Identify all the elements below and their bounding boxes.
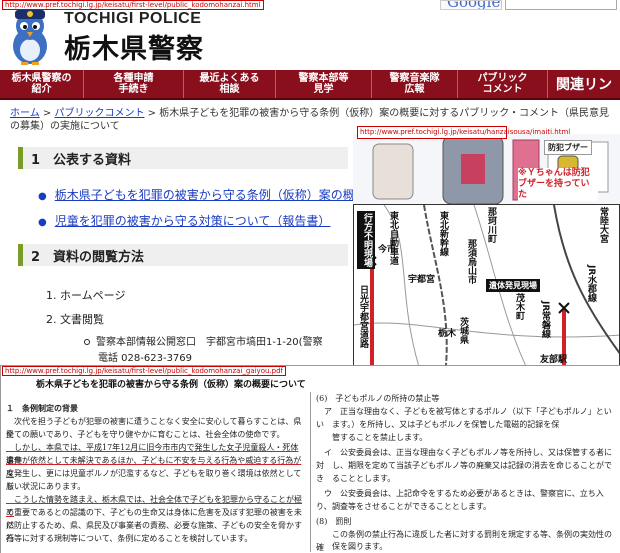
google-search-brand: Google [440,0,502,10]
map-label: 日光宇都宮道路 [358,285,368,348]
buzzer-label: 防犯ブザー [544,140,592,155]
link-ordinance-overview[interactable]: ● 栃木県子どもを犯罪の被害から守る条例（仮称）案の概要 [38,186,367,203]
bullet-icon: ● [38,191,47,202]
map-label: 東北新幹線 [438,211,448,256]
doc-right-line: ることとします。 [316,474,396,483]
column-divider [310,392,311,552]
doc-right-line: (8) 罰則 [316,517,352,526]
nav-item-intro[interactable]: 栃木県警察の 紹介 [0,70,84,98]
link-label: 児童を犯罪の被害から守る対策について（報告書） [54,214,331,228]
doc-right-line: (6) 子どもポルノの所持の禁止等 [316,394,440,403]
link-label: 栃木県子どもを犯罪の被害から守る条例（仮称）案の概要 [54,188,367,202]
map-label: 那須烏山市 [466,239,476,284]
map-label: JR水郡線 [586,265,596,303]
map-label: JR常磐線 [540,301,550,339]
nav-item-consultation[interactable]: 最近よくある 相談 [184,70,276,98]
map-label: 栃木 [438,329,457,339]
nav-item-public-comment[interactable]: パブリック コメント [458,70,548,98]
breadcrumb-home-link[interactable]: ホーム [10,108,40,119]
missing-location-label: 行方不明現場 [357,211,375,269]
map-label: 宇都宮 [408,275,436,285]
doc-right-line: 調査等をさせることができることとします。 [316,502,492,511]
nav-item-tour[interactable]: 警察本部等 見学 [276,70,372,98]
google-text: Google [447,0,501,10]
body-found-location-label: 遺体発見現場 [486,279,540,292]
office-phone: 電話 028-623-3769 [98,353,193,364]
search-input[interactable] [505,0,617,10]
doc-left-line: しい状況にあります。 [6,482,86,491]
logo-japanese: 栃木県警察 [64,34,204,65]
link-protection-report[interactable]: ● 児童を犯罪の被害から守る対策について（報告書） [38,212,330,229]
section-heading-materials: 1 公表する資料 [18,147,348,169]
doc-right-line: ます。）を所持し、又は子どもポルノを保管した電磁的記録を保 [316,420,560,429]
map-label: 常陸大宮 [598,207,608,243]
nav-item-links[interactable]: 関連リン [548,70,612,98]
list-item-homepage: 1. ホームページ [46,289,126,302]
site-header: http://www.pref.tochigi.lg.jp/keisatu/fi… [0,0,620,70]
document-url-annotation: http://www.pref.tochigi.lg.jp/keisatu/fi… [2,366,286,376]
map-label: 茂木町 [514,293,524,320]
map-label: 友部駅 [540,355,568,365]
map-label: 東北自動車道 [388,211,398,265]
logo-english: TOCHIGI POLICE [64,10,202,27]
illustration-url-annotation: http://www.pref.tochigi.lg.jp/keisatu/ha… [357,126,570,139]
office-text: 警察本部情報公開窓口 宇都宮市塙田1-1-20(警察 [96,337,323,348]
bullet-icon: ● [38,217,47,228]
breadcrumb-public-comment-link[interactable]: パブリックコメント [54,108,144,119]
buzzer-note: ※Ｙちゃんは防犯ブザーを持っていた [518,168,598,201]
section-heading-viewing: 2 資料の閲覧方法 [18,244,348,266]
incident-map: 行方不明現場 遺体発見現場 今市 東北自動車道 東北新幹線 那須烏山市 那珂川町… [353,204,620,382]
document-title: 栃木県子どもを犯罪の被害から守る条例（仮称）案の概要について [36,380,306,390]
nav-item-applications[interactable]: 各種申請 手続き [84,70,184,98]
page-url-annotation: http://www.pref.tochigi.lg.jp/keisatu/fi… [2,0,264,10]
office-address: 警察本部情報公開窓口 宇都宮市塙田1-1-20(警察 [84,333,323,348]
doc-left-line: 為等に対する規制等について、条例に定めることを検討しています。 [6,534,253,543]
map-label: 那珂川町 [486,207,496,243]
doc-right-line: 管することを禁止します。 [316,433,428,442]
circle-bullet-icon [84,339,90,345]
list-item-document: 2. 文書閲覧 [46,313,104,326]
doc-right-line: 保を図ります。 [316,542,388,551]
nav-item-band[interactable]: 警察音楽隊 広報 [372,70,458,98]
doc-left-line: １ 条例制定の背景 [6,403,78,413]
breadcrumb-separator: > [42,108,52,119]
main-nav: 栃木県警察の 紹介 各種申請 手続き 最近よくある 相談 警察本部等 見学 警察… [0,70,620,100]
doc-left-line: 全ての願いであり、子どもを守り健やかに育むことは、社会全体の使命です。 [6,430,285,439]
map-label: 茨城県 [458,317,468,344]
mascot-logo-icon[interactable] [4,6,56,66]
